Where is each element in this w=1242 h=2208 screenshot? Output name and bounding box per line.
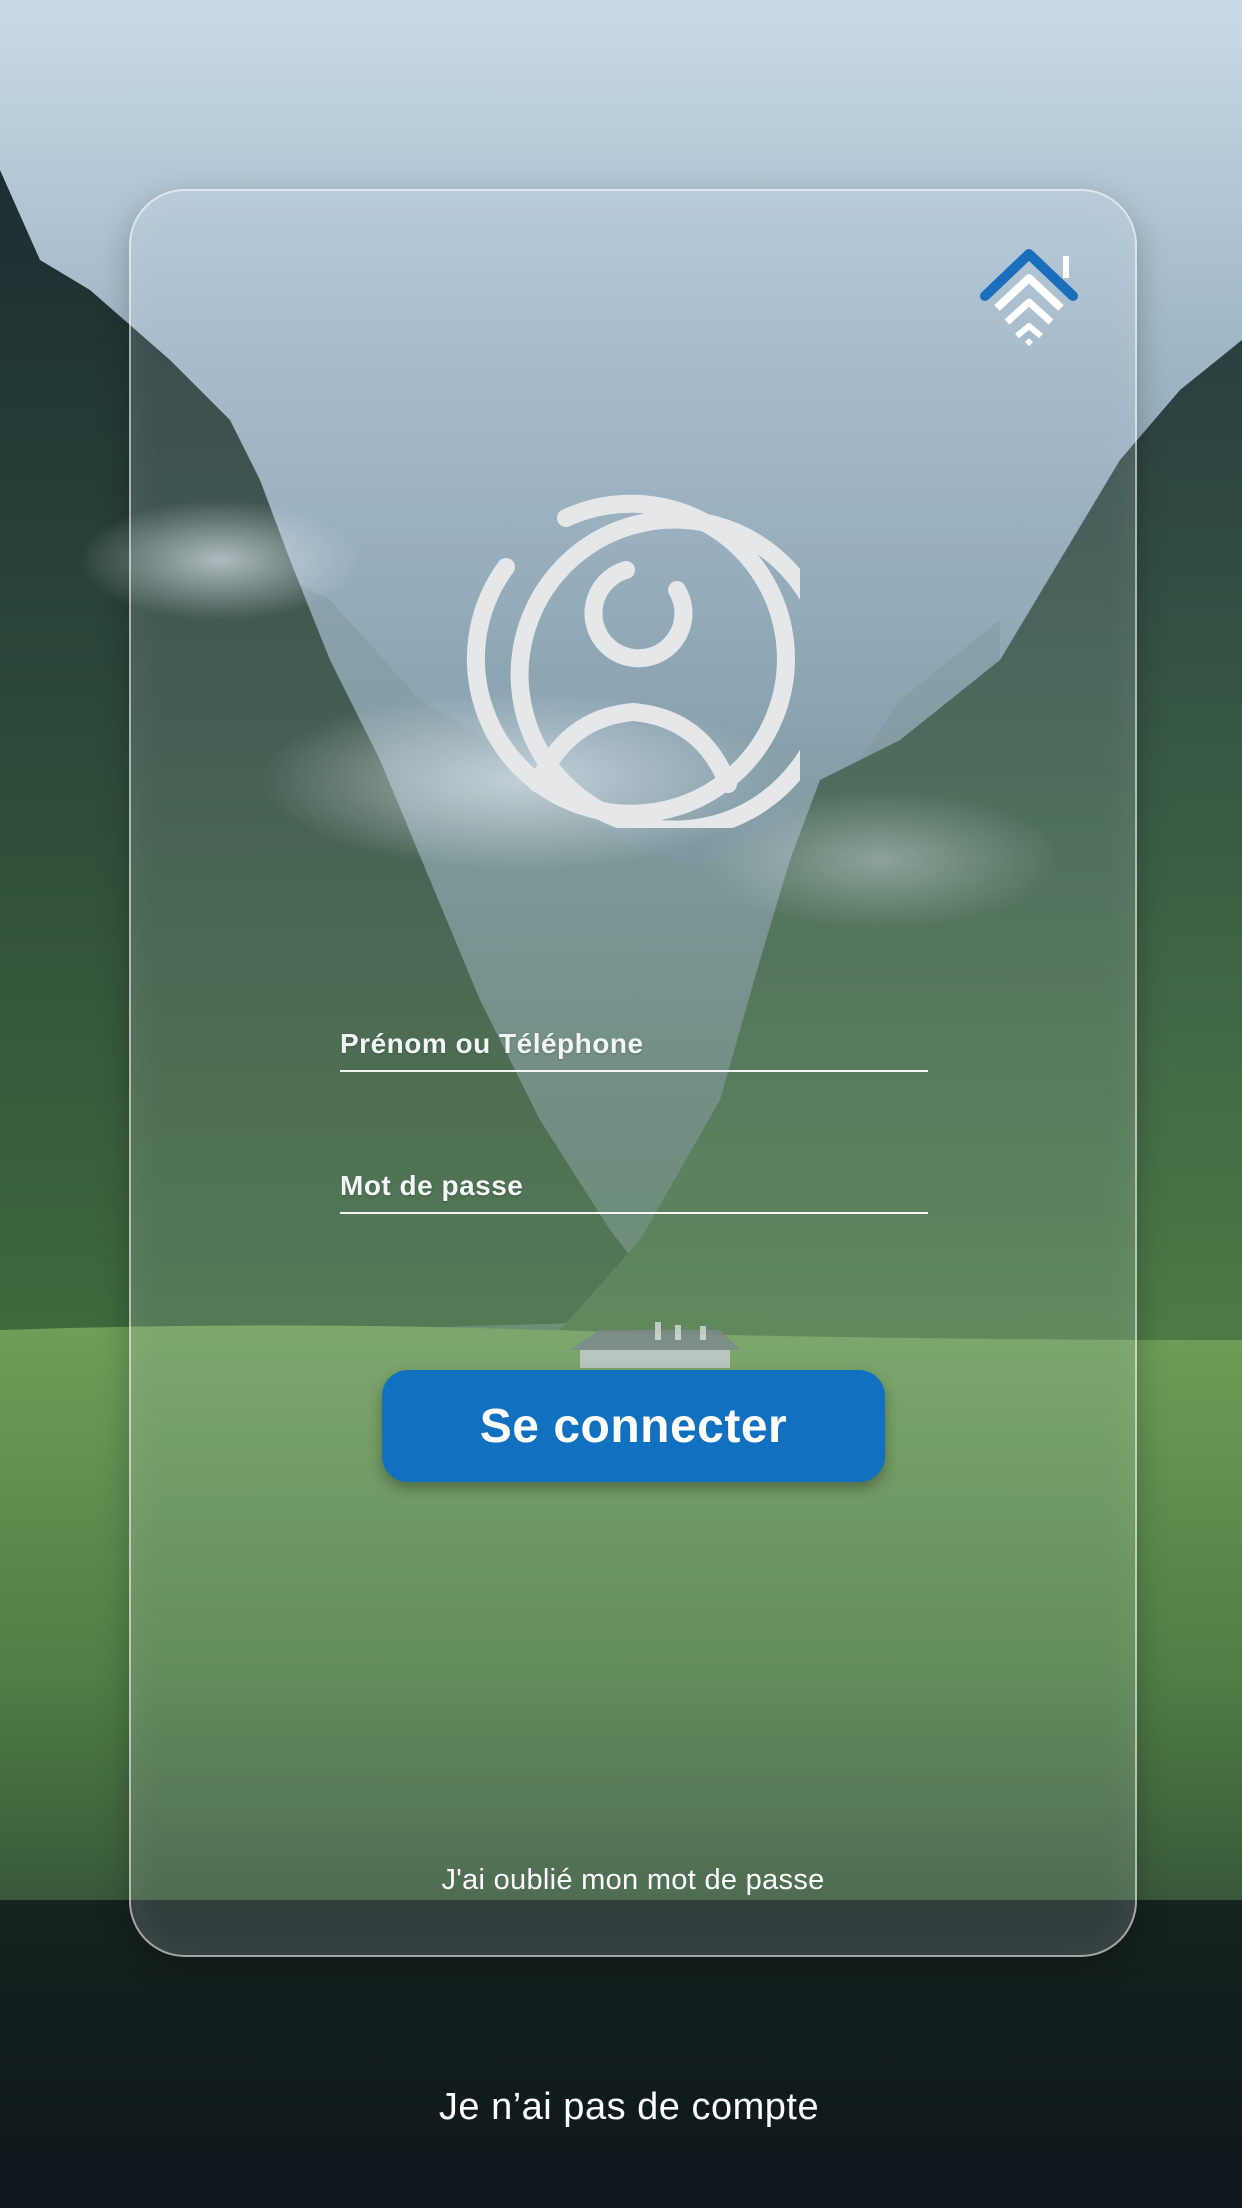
password-field[interactable]: Mot de passe bbox=[340, 1170, 928, 1214]
login-button[interactable]: Se connecter bbox=[382, 1370, 885, 1482]
username-label: Prénom ou Téléphone bbox=[340, 1028, 644, 1059]
login-card bbox=[129, 189, 1137, 1957]
no-account-link[interactable]: Je n’ai pas de compte bbox=[0, 2086, 1242, 2129]
username-field[interactable]: Prénom ou Téléphone bbox=[340, 1028, 928, 1072]
password-label: Mot de passe bbox=[340, 1170, 524, 1201]
forgot-password-link[interactable]: J'ai oublié mon mot de passe bbox=[129, 1864, 1137, 1897]
login-screen: Prénom ou Téléphone Mot de passe Se conn… bbox=[0, 0, 1242, 2208]
user-avatar-icon bbox=[466, 494, 839, 839]
house-chevrons-logo-icon bbox=[979, 246, 1079, 356]
